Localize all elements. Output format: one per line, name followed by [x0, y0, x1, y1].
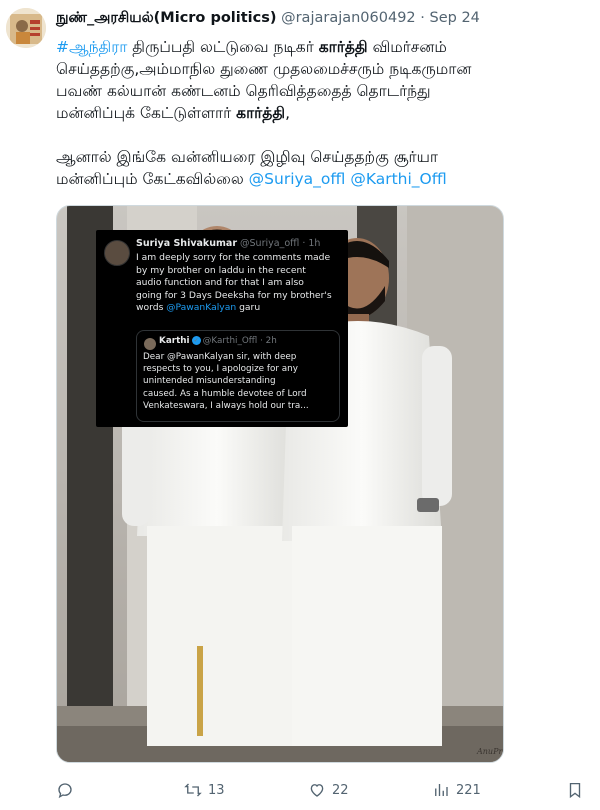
tweet-actions: 13 22 221 [56, 778, 596, 802]
nested-quote-handle: @Karthi_Offl · 2h [202, 336, 277, 346]
avatar-image [6, 8, 46, 48]
tweet-text-line-3: பவண் கல்யான் கண்டனம் தெரிவித்ததைத் தொடர்… [56, 82, 431, 100]
tweet-text-line-5: ஆனால் இங்கே வன்னியரை இழிவு செய்ததற்கு சூ… [56, 148, 439, 166]
tweet-text-line-2: செய்ததற்கு,அம்மாநில துணை முதலமைச்சரும் ந… [56, 60, 472, 78]
nested-quote-line: caused. As a humble devotee of Lord [143, 388, 307, 399]
quote-line: audio function and for that I am also [136, 277, 304, 288]
tweet-text-line-1: #ஆந்திரா திருப்பதி லட்டுவை நடிகர் கார்த்… [56, 36, 586, 58]
nested-quote-author: Karthi ✓ @Karthi_Offl · 2h [159, 336, 277, 346]
quote-line: by my brother on laddu in the recent [136, 264, 306, 276]
quote-author-name: Suriya Shivakumar [136, 238, 237, 249]
tweet-header: நுண்_அரசியல்(Micro politics) @rajarajan0… [56, 10, 590, 32]
verified-icon: ✓ [191, 336, 201, 345]
avatar[interactable] [6, 8, 46, 48]
tweet-text: #ஆந்திரா திருப்பதி லட்டுவை நடிகர் கார்த்… [56, 36, 586, 190]
bookmark-icon [569, 782, 581, 799]
tweet-time[interactable]: Sep 24 [430, 10, 480, 26]
author-name[interactable]: நுண்_அரசியல்(Micro politics) [56, 10, 276, 26]
nested-quote-body: Dear @PawanKalyan sir, with deep respect… [143, 351, 338, 412]
author-handle[interactable]: @rajarajan060492 [281, 10, 416, 26]
nested-quote-line: respects to you, I apologize for any [143, 364, 298, 375]
nested-quote-line: Dear @PawanKalyan sir, with deep [143, 352, 297, 362]
quote-text: words [136, 302, 167, 313]
heart-icon [310, 784, 324, 797]
hashtag-link[interactable]: #ஆந்திரா [56, 38, 127, 56]
quote-text: garu [236, 302, 261, 313]
nested-quote-line: Venkateswara, I always hold our tra... [143, 400, 309, 411]
quote-screenshot: Suriya Shivakumar @Suriya_offl · 1h I am… [96, 230, 348, 427]
quote-line: I am deeply sorry for the comments made [136, 252, 331, 263]
text-span: மன்னிப்பும் கேட்கவில்லை [56, 170, 249, 188]
reply-button[interactable] [56, 778, 80, 802]
nested-quote-avatar [144, 338, 156, 350]
quote-author-handle: @Suriya_offl · 1h [240, 238, 321, 249]
text-span: , [285, 104, 291, 122]
quote-body: I am deeply sorry for the comments made … [136, 252, 344, 315]
watermark: AnuPrasath [476, 747, 504, 756]
like-button[interactable]: 22 [308, 778, 349, 802]
views-count: 221 [456, 782, 481, 798]
text-bold: கார்த்தி [236, 104, 286, 122]
separator: · [420, 10, 425, 26]
views-button[interactable]: 221 [432, 778, 481, 802]
tweet-text-line-4: மன்னிப்புக் கேட்டுள்ளார் கார்த்தி, [56, 102, 586, 124]
nested-quote: Karthi ✓ @Karthi_Offl · 2h Dear @PawanKaly… [136, 330, 340, 422]
tweet: நுண்_அரசியல்(Micro politics) @rajarajan0… [0, 0, 600, 810]
nested-quote-line: unintended misunderstanding [143, 376, 276, 387]
like-count: 22 [332, 782, 349, 798]
retweet-icon [184, 783, 202, 797]
views-icon [435, 784, 448, 796]
retweet-count: 13 [208, 782, 225, 798]
reply-icon [58, 783, 72, 799]
quote-line: going for 3 Days Deeksha for my brother'… [136, 289, 332, 301]
mention-link[interactable]: @Karthi_Offl [350, 170, 446, 188]
quote-mention: @PawanKalyan [166, 302, 237, 313]
quote-avatar [104, 240, 130, 266]
retweet-button[interactable]: 13 [184, 778, 225, 802]
text-bold: கார்த்தி [318, 38, 368, 56]
nested-quote-name: Karthi [159, 336, 190, 346]
text-span: விமர்சனம் [367, 38, 447, 56]
text-span: திருப்பதி லட்டுவை நடிகர் [127, 38, 319, 56]
text-span: மன்னிப்புக் கேட்டுள்ளார் [56, 104, 237, 122]
quote-line: words @PawanKalyan garu [136, 302, 344, 315]
quote-author: Suriya Shivakumar @Suriya_offl · 1h [136, 238, 320, 249]
mention-link[interactable]: @Suriya_offl [249, 170, 346, 188]
bookmark-button[interactable] [566, 778, 590, 802]
tweet-text-line-6: மன்னிப்பும் கேட்கவில்லை @Suriya_offl @Ka… [56, 168, 586, 190]
